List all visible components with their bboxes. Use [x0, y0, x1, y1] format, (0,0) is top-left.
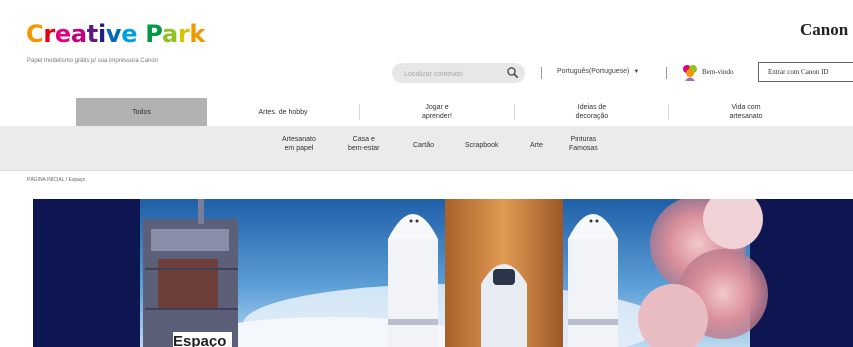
logo-letter: k [189, 20, 206, 48]
tab-jogar-e-aprender[interactable]: Jogar e aprender! [370, 98, 504, 126]
tab-todos[interactable]: Todos [76, 98, 207, 126]
canon-logo[interactable]: Canon [800, 20, 848, 40]
search-input[interactable] [402, 66, 502, 82]
nav-divider [668, 104, 669, 120]
creative-park-logo[interactable]: Creative Park [26, 20, 205, 48]
subnav-casa-e-bem-estar[interactable]: Casa e bem-estar [348, 135, 380, 153]
tab-vida-com-artesanato[interactable]: Vida com artesanato [679, 98, 813, 126]
logo-letter: a [161, 20, 178, 48]
search-icon[interactable] [506, 66, 519, 79]
hero-banner[interactable]: Espaço [33, 199, 853, 347]
site-tagline: Papel modelismo grátis p/ sua impressora… [27, 58, 159, 64]
logo-letter: P [145, 20, 162, 48]
tab-artes-de-hobby[interactable]: Artes. de hobby [216, 98, 350, 126]
header-divider [666, 67, 667, 79]
logo-letter: i [97, 20, 106, 48]
nav-divider [359, 104, 360, 120]
canon-id-login-button[interactable]: Entrar com Canon ID [758, 62, 853, 82]
subnav-arte[interactable]: Arte [530, 141, 543, 150]
logo-letter: C [26, 20, 44, 48]
main-nav: Todos Artes. de hobby Jogar e aprender! … [0, 98, 853, 126]
logo-letter: a [70, 20, 87, 48]
user-icon[interactable] [682, 63, 698, 81]
logo-letter: r [177, 20, 190, 48]
logo-letter: t [86, 20, 98, 48]
subnav-pinturas-famosas[interactable]: Pinturas Famosas [569, 135, 598, 153]
subnav-cartao[interactable]: Cartão [413, 141, 434, 150]
sub-nav: Artesanato em papel Casa e bem-estar Car… [0, 126, 853, 171]
search-box[interactable] [392, 63, 525, 83]
hero-title: Espaço [173, 332, 233, 347]
logo-letter: v [105, 20, 122, 48]
language-selector[interactable]: Português(Portuguese) ▼ [557, 68, 639, 75]
tab-ideias-de-decoracao[interactable]: Ideias de decoração [525, 98, 659, 126]
breadcrumb[interactable]: PÁGINA INICIAL / Espaço [27, 177, 85, 183]
logo-letter: e [54, 20, 71, 48]
language-label: Português(Portuguese) [557, 68, 630, 75]
subnav-scrapbook[interactable]: Scrapbook [465, 141, 498, 150]
space-illustration [140, 199, 768, 347]
header-divider [541, 67, 542, 79]
chevron-down-icon: ▼ [633, 69, 640, 75]
logo-letter: e [121, 20, 138, 48]
nav-divider [514, 104, 515, 120]
welcome-text: Bem-vindo [702, 68, 734, 76]
logo-letter: r [43, 20, 55, 48]
subnav-artesanato-em-papel[interactable]: Artesanato em papel [282, 135, 316, 153]
